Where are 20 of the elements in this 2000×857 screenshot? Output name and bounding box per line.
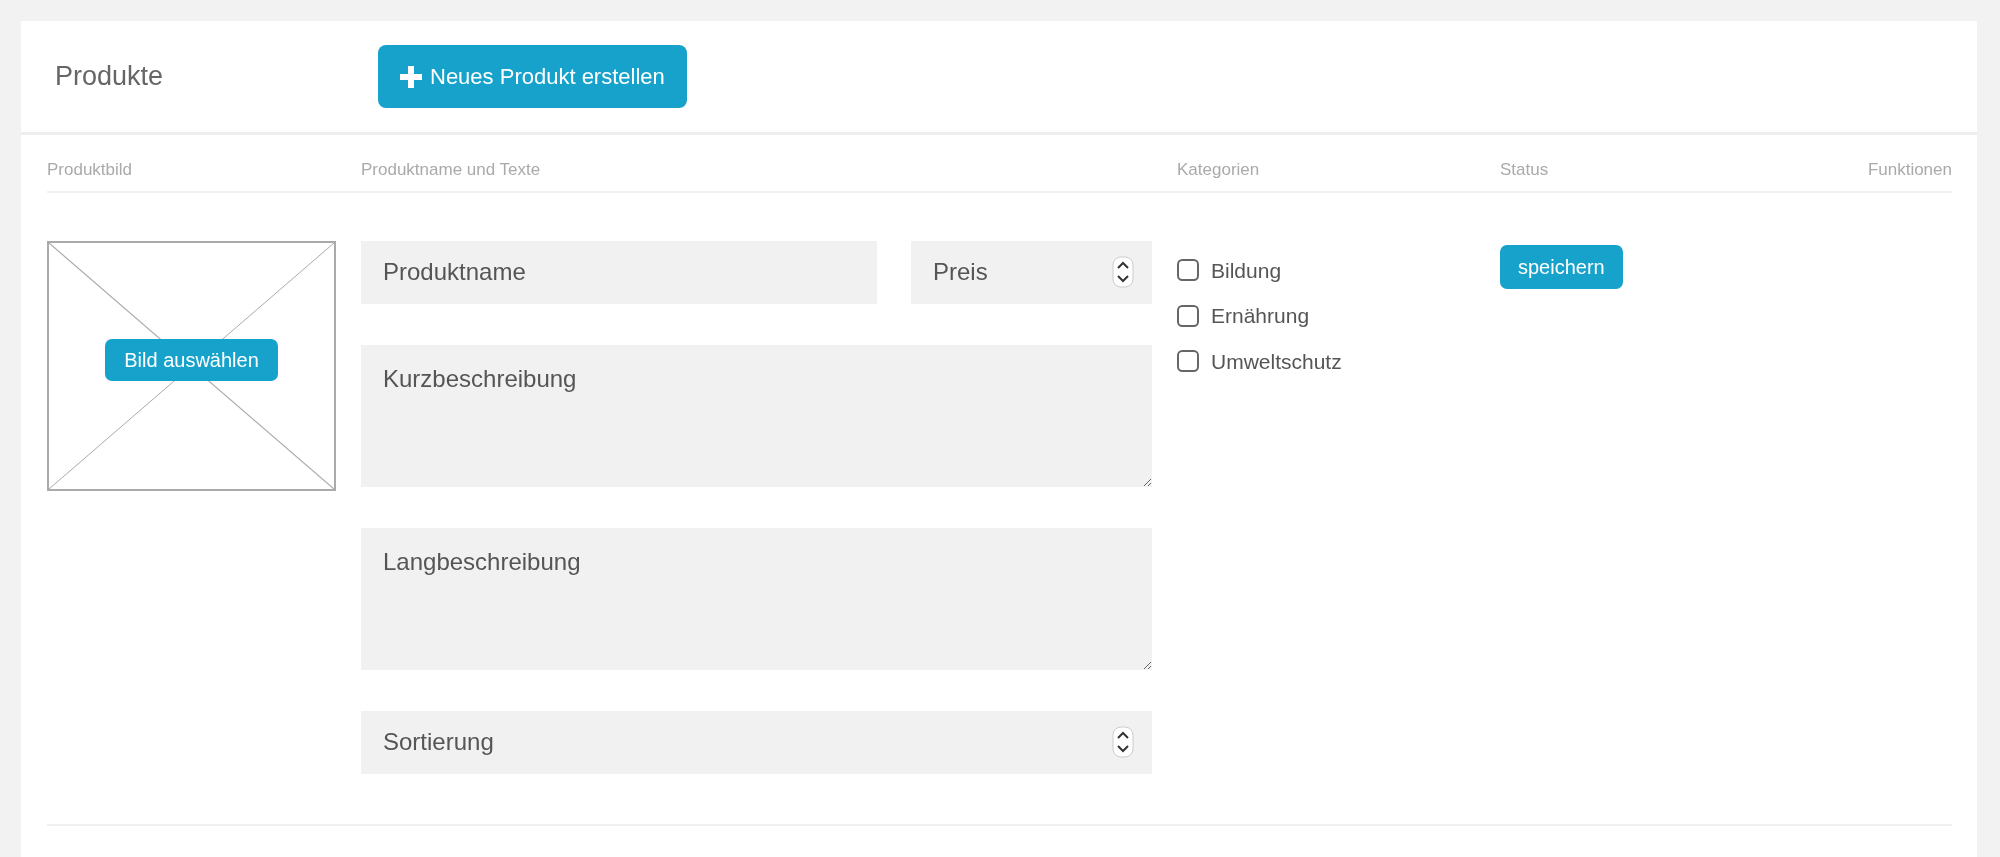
category-checkbox[interactable] bbox=[1177, 259, 1199, 282]
text-area[interactable]: Langbeschreibung bbox=[361, 527, 1152, 670]
column-header: Status bbox=[1500, 160, 1549, 179]
number-field[interactable]: Preis bbox=[911, 240, 1152, 304]
category-label[interactable]: Bildung bbox=[1211, 254, 1282, 286]
category-label[interactable]: Umweltschutz bbox=[1211, 345, 1342, 377]
category-label[interactable]: Ernährung bbox=[1211, 300, 1310, 332]
plus-icon bbox=[400, 65, 422, 88]
spinner-icon[interactable] bbox=[1112, 255, 1134, 288]
column-header: Kategorien bbox=[1177, 160, 1260, 179]
input-field[interactable]: Produktname bbox=[361, 240, 877, 304]
number-field[interactable]: Sortierung bbox=[361, 710, 1152, 774]
column-header: Produktbild bbox=[47, 160, 133, 179]
column-header: Produktname und Texte bbox=[361, 160, 541, 179]
column-header: Funktionen bbox=[1867, 160, 1952, 179]
text-area[interactable]: Kurzbeschreibung bbox=[361, 344, 1152, 487]
category-checkbox[interactable] bbox=[1177, 304, 1199, 327]
page-title: Produkte bbox=[55, 60, 165, 94]
spinner-icon[interactable] bbox=[1112, 725, 1134, 758]
category-checkbox[interactable] bbox=[1177, 350, 1199, 373]
